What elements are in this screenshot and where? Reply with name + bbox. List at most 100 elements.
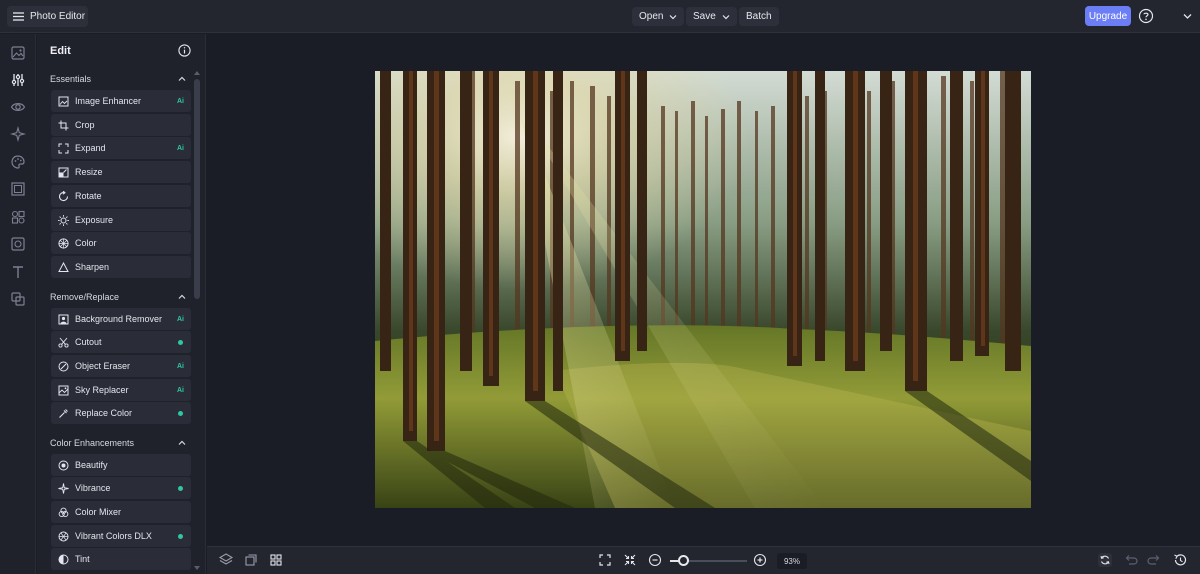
sliders-icon[interactable] xyxy=(10,72,26,88)
text-icon[interactable] xyxy=(10,264,26,280)
palette-icon[interactable] xyxy=(10,154,26,170)
tool-color[interactable]: Color xyxy=(51,232,191,254)
tint-icon xyxy=(58,554,69,564)
tool-beautify[interactable]: Beautify xyxy=(51,454,191,476)
tool-label: Exposure xyxy=(75,215,114,225)
ai-badge: Ai xyxy=(177,144,184,152)
tool-resize[interactable]: Resize xyxy=(51,161,191,183)
tool-expand[interactable]: Expand Ai xyxy=(51,137,191,159)
open-button[interactable]: Open xyxy=(632,7,685,26)
section-essentials-heading[interactable]: Essentials xyxy=(50,74,91,84)
zoom-level[interactable]: 93% xyxy=(777,553,807,569)
tool-replace-color[interactable]: Replace Color xyxy=(51,402,191,424)
expand-icon xyxy=(58,143,69,153)
batch-button[interactable]: Batch xyxy=(739,7,779,26)
photo-editor-app: Photo Editor Open Save Batch Upgrade Edi… xyxy=(0,0,1200,574)
batch-label: Batch xyxy=(746,11,772,22)
tool-rail xyxy=(0,34,36,574)
history-icon[interactable] xyxy=(1171,551,1189,569)
grid-icon[interactable] xyxy=(267,551,285,569)
tool-label: Tint xyxy=(75,554,90,564)
exposure-icon xyxy=(58,214,69,226)
chevron-up-icon[interactable] xyxy=(178,76,186,82)
section-color-enhancements-heading[interactable]: Color Enhancements xyxy=(50,438,134,448)
tool-label: Background Remover xyxy=(75,314,163,324)
section-remove-replace-heading[interactable]: Remove/Replace xyxy=(50,292,119,302)
tool-vibrant-colors-dlx[interactable]: Vibrant Colors DLX xyxy=(51,525,191,547)
app-menu-button[interactable]: Photo Editor xyxy=(7,6,88,27)
color-mixer-icon xyxy=(58,507,69,517)
tool-label: Object Eraser xyxy=(75,361,131,371)
tool-vibrance[interactable]: Vibrance xyxy=(51,477,191,499)
color-icon xyxy=(58,237,69,249)
layers-copy-icon[interactable] xyxy=(10,291,26,307)
save-button[interactable]: Save xyxy=(686,7,737,26)
tool-cutout[interactable]: Cutout xyxy=(51,331,191,353)
chevron-up-icon[interactable] xyxy=(178,440,186,446)
sync-icon[interactable] xyxy=(1096,551,1114,569)
tool-background-remover[interactable]: Background Remover Ai xyxy=(51,308,191,330)
image-enhancer-icon xyxy=(58,96,69,106)
app-title: Photo Editor xyxy=(30,11,86,22)
new-dot-badge xyxy=(178,485,183,491)
tool-sky-replacer[interactable]: Sky Replacer Ai xyxy=(51,379,191,401)
redo-icon[interactable] xyxy=(1146,551,1164,569)
vibrance-icon xyxy=(58,482,69,494)
crop-icon xyxy=(58,120,69,130)
panel-scrollbar-thumb[interactable] xyxy=(194,79,200,299)
panel-title: Edit xyxy=(50,45,71,57)
overlay-icon[interactable] xyxy=(10,236,26,252)
forest-photo[interactable] xyxy=(375,71,1031,508)
layers-icon[interactable] xyxy=(217,551,235,569)
upgrade-label: Upgrade xyxy=(1088,10,1128,22)
open-label: Open xyxy=(639,11,664,22)
scroll-down-arrow-icon[interactable] xyxy=(194,566,200,571)
elements-icon[interactable] xyxy=(10,209,26,225)
zoom-in-icon[interactable] xyxy=(751,551,769,569)
background-remover-icon xyxy=(58,314,69,324)
object-eraser-icon xyxy=(58,361,69,371)
tool-sharpen[interactable]: Sharpen xyxy=(51,256,191,278)
duplicate-icon[interactable] xyxy=(242,551,260,569)
tool-color-mixer[interactable]: Color Mixer xyxy=(51,501,191,523)
tool-crop[interactable]: Crop xyxy=(51,114,191,136)
hamburger-icon xyxy=(13,12,24,21)
tool-label: Sky Replacer xyxy=(75,385,129,395)
tool-rotate[interactable]: Rotate xyxy=(51,185,191,207)
chevron-down-icon xyxy=(722,14,730,19)
resize-icon xyxy=(58,167,69,177)
scroll-up-arrow-icon[interactable] xyxy=(194,70,200,75)
ai-badge: Ai xyxy=(177,362,184,370)
replace-color-icon xyxy=(59,408,68,418)
sharpen-icon xyxy=(58,261,69,272)
beautify-icon xyxy=(58,460,69,470)
help-icon[interactable] xyxy=(1138,8,1154,24)
frame-icon[interactable] xyxy=(10,181,26,197)
eye-icon[interactable] xyxy=(10,99,26,115)
tool-exposure[interactable]: Exposure xyxy=(51,209,191,231)
save-label: Save xyxy=(693,11,716,22)
cutout-icon xyxy=(58,337,69,348)
tool-object-eraser[interactable]: Object Eraser Ai xyxy=(51,355,191,377)
new-dot-badge xyxy=(178,339,183,345)
tool-image-enhancer[interactable]: Image Enhancer Ai xyxy=(51,90,191,112)
tool-tint[interactable]: Tint xyxy=(51,548,191,570)
upgrade-button[interactable]: Upgrade xyxy=(1085,6,1131,26)
chevron-up-icon[interactable] xyxy=(178,294,186,300)
new-dot-badge xyxy=(178,533,183,539)
sparkle-icon[interactable] xyxy=(10,126,26,142)
new-dot-badge xyxy=(178,410,183,416)
actual-size-icon[interactable] xyxy=(621,551,639,569)
image-icon[interactable] xyxy=(10,45,26,61)
top-bar: Photo Editor Open Save Batch Upgrade xyxy=(0,0,1200,33)
vibrant-colors-icon xyxy=(58,531,69,541)
info-icon[interactable] xyxy=(178,44,191,57)
zoom-out-icon[interactable] xyxy=(646,551,664,569)
chevron-down-icon xyxy=(670,14,677,19)
fit-screen-icon[interactable] xyxy=(596,551,614,569)
account-chevron-icon[interactable] xyxy=(1183,13,1192,20)
tool-label: Sharpen xyxy=(75,262,110,272)
undo-icon[interactable] xyxy=(1121,551,1139,569)
ai-badge: Ai xyxy=(177,315,184,323)
tool-label: Vibrant Colors DLX xyxy=(75,531,152,541)
